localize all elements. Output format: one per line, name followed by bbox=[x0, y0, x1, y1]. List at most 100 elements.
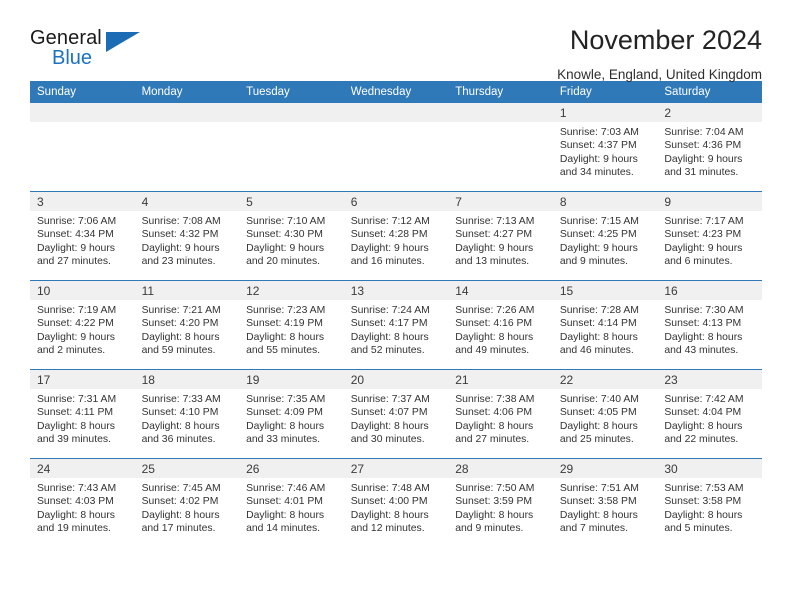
date-band: 15 bbox=[552, 281, 658, 300]
day-cell-content: 20 Sunrise: 7:37 AM Sunset: 4:07 PM Dayli… bbox=[343, 370, 449, 458]
calendar-day-cell[interactable] bbox=[239, 103, 344, 192]
day-cell-content: 19 Sunrise: 7:35 AM Sunset: 4:09 PM Dayli… bbox=[239, 370, 344, 458]
calendar-day-cell[interactable]: 22 Sunrise: 7:40 AM Sunset: 4:05 PM Dayli… bbox=[552, 369, 658, 459]
calendar-day-cell[interactable]: 10 Sunrise: 7:19 AM Sunset: 4:22 PM Dayli… bbox=[30, 280, 135, 370]
sun-times-info: Sunrise: 7:50 AM Sunset: 3:59 PM Dayligh… bbox=[455, 483, 535, 534]
day-number: 15 bbox=[559, 284, 574, 298]
sun-times-info: Sunrise: 7:21 AM Sunset: 4:20 PM Dayligh… bbox=[141, 305, 221, 356]
sun-times-info: Sunrise: 7:46 AM Sunset: 4:01 PM Dayligh… bbox=[246, 483, 326, 534]
date-band: 12 bbox=[239, 281, 344, 300]
calendar-day-cell[interactable]: 5 Sunrise: 7:10 AM Sunset: 4:30 PM Daylig… bbox=[239, 191, 344, 281]
weekday-header-sunday: Sunday bbox=[30, 81, 135, 103]
day-cell-content: 17 Sunrise: 7:31 AM Sunset: 4:11 PM Dayli… bbox=[30, 370, 135, 458]
calendar-day-cell[interactable]: 8 Sunrise: 7:15 AM Sunset: 4:25 PM Daylig… bbox=[552, 191, 658, 281]
date-band: 9 bbox=[657, 192, 762, 211]
day-number: 7 bbox=[455, 195, 462, 209]
day-cell-content: 15 Sunrise: 7:28 AM Sunset: 4:14 PM Dayli… bbox=[552, 281, 658, 369]
weekday-header-tuesday: Tuesday bbox=[239, 81, 344, 103]
calendar-day-cell[interactable]: 13 Sunrise: 7:24 AM Sunset: 4:17 PM Dayli… bbox=[343, 280, 449, 370]
day-cell-content: 21 Sunrise: 7:38 AM Sunset: 4:06 PM Dayli… bbox=[448, 370, 553, 458]
general-blue-logo[interactable]: General Blue bbox=[30, 26, 150, 74]
date-band: 28 bbox=[448, 459, 553, 478]
date-band: 22 bbox=[552, 370, 658, 389]
calendar-day-cell[interactable]: 27 Sunrise: 7:48 AM Sunset: 4:00 PM Dayli… bbox=[343, 458, 449, 547]
sun-times-info: Sunrise: 7:40 AM Sunset: 4:05 PM Dayligh… bbox=[559, 394, 639, 445]
calendar-day-cell[interactable]: 21 Sunrise: 7:38 AM Sunset: 4:06 PM Dayli… bbox=[448, 369, 553, 459]
calendar-day-cell[interactable]: 25 Sunrise: 7:45 AM Sunset: 4:02 PM Dayli… bbox=[134, 458, 240, 547]
sun-times-info: Sunrise: 7:24 AM Sunset: 4:17 PM Dayligh… bbox=[350, 305, 430, 356]
calendar-day-cell[interactable] bbox=[448, 103, 553, 192]
sun-times-info: Sunrise: 7:26 AM Sunset: 4:16 PM Dayligh… bbox=[455, 305, 535, 356]
day-cell-empty bbox=[134, 103, 240, 191]
date-band bbox=[30, 103, 135, 122]
calendar-day-cell[interactable]: 14 Sunrise: 7:26 AM Sunset: 4:16 PM Dayli… bbox=[448, 280, 553, 370]
weekday-header-friday: Friday bbox=[552, 81, 658, 103]
calendar-day-cell[interactable]: 19 Sunrise: 7:35 AM Sunset: 4:09 PM Dayli… bbox=[239, 369, 344, 459]
day-cell-content: 29 Sunrise: 7:51 AM Sunset: 3:58 PM Dayli… bbox=[552, 459, 658, 547]
title-block: November 2024 Knowle, England, United Ki… bbox=[557, 25, 762, 81]
date-band: 29 bbox=[552, 459, 658, 478]
calendar-day-cell[interactable]: 26 Sunrise: 7:46 AM Sunset: 4:01 PM Dayli… bbox=[239, 458, 344, 547]
calendar-page: General Blue November 2024 Knowle, Engla… bbox=[0, 0, 792, 612]
day-cell-empty bbox=[30, 103, 135, 191]
day-number: 3 bbox=[37, 195, 44, 209]
sun-times-info: Sunrise: 7:17 AM Sunset: 4:23 PM Dayligh… bbox=[664, 216, 744, 267]
calendar-week-row: 17 Sunrise: 7:31 AM Sunset: 4:11 PM Dayli… bbox=[30, 369, 762, 459]
calendar-day-cell[interactable]: 23 Sunrise: 7:42 AM Sunset: 4:04 PM Dayli… bbox=[657, 369, 762, 459]
day-number: 30 bbox=[664, 462, 678, 476]
sun-times-info: Sunrise: 7:06 AM Sunset: 4:34 PM Dayligh… bbox=[37, 216, 117, 267]
weekday-header-wednesday: Wednesday bbox=[343, 81, 449, 103]
day-cell-content: 5 Sunrise: 7:10 AM Sunset: 4:30 PM Daylig… bbox=[239, 192, 344, 280]
day-number: 20 bbox=[350, 373, 365, 387]
day-number: 1 bbox=[559, 106, 567, 120]
calendar-week-row: 10 Sunrise: 7:19 AM Sunset: 4:22 PM Dayli… bbox=[30, 280, 762, 370]
sun-times-info: Sunrise: 7:04 AM Sunset: 4:36 PM Dayligh… bbox=[664, 127, 744, 178]
day-cell-content: 23 Sunrise: 7:42 AM Sunset: 4:04 PM Dayli… bbox=[657, 370, 762, 458]
sun-times-info: Sunrise: 7:03 AM Sunset: 4:37 PM Dayligh… bbox=[559, 127, 639, 178]
day-cell-content: 25 Sunrise: 7:45 AM Sunset: 4:02 PM Dayli… bbox=[134, 459, 240, 547]
calendar-day-cell[interactable] bbox=[343, 103, 449, 192]
calendar-day-cell[interactable]: 7 Sunrise: 7:13 AM Sunset: 4:27 PM Daylig… bbox=[448, 191, 553, 281]
date-band: 24 bbox=[30, 459, 135, 478]
calendar-day-cell[interactable]: 17 Sunrise: 7:31 AM Sunset: 4:11 PM Dayli… bbox=[30, 369, 135, 459]
calendar-day-cell[interactable]: 16 Sunrise: 7:30 AM Sunset: 4:13 PM Dayli… bbox=[657, 280, 762, 370]
calendar-header-row: Sunday Monday Tuesday Wednesday Thursday… bbox=[30, 81, 762, 103]
sun-times-info: Sunrise: 7:08 AM Sunset: 4:32 PM Dayligh… bbox=[141, 216, 221, 267]
sun-times-info: Sunrise: 7:42 AM Sunset: 4:04 PM Dayligh… bbox=[664, 394, 744, 445]
day-number: 22 bbox=[559, 373, 574, 387]
day-cell-empty bbox=[343, 103, 449, 191]
calendar-day-cell[interactable]: 11 Sunrise: 7:21 AM Sunset: 4:20 PM Dayli… bbox=[134, 280, 240, 370]
calendar-day-cell[interactable]: 4 Sunrise: 7:08 AM Sunset: 4:32 PM Daylig… bbox=[134, 191, 240, 281]
calendar-day-cell[interactable] bbox=[30, 103, 135, 192]
calendar-day-cell[interactable]: 2 Sunrise: 7:04 AM Sunset: 4:36 PM Daylig… bbox=[657, 103, 762, 192]
day-cell-content: 2 Sunrise: 7:04 AM Sunset: 4:36 PM Daylig… bbox=[657, 103, 762, 191]
calendar-day-cell[interactable]: 9 Sunrise: 7:17 AM Sunset: 4:23 PM Daylig… bbox=[657, 191, 762, 281]
calendar-day-cell[interactable]: 24 Sunrise: 7:43 AM Sunset: 4:03 PM Dayli… bbox=[30, 458, 135, 547]
calendar-day-cell[interactable]: 29 Sunrise: 7:51 AM Sunset: 3:58 PM Dayli… bbox=[552, 458, 658, 547]
calendar-day-cell[interactable]: 15 Sunrise: 7:28 AM Sunset: 4:14 PM Dayli… bbox=[552, 280, 658, 370]
day-cell-content: 10 Sunrise: 7:19 AM Sunset: 4:22 PM Dayli… bbox=[30, 281, 135, 369]
date-band: 7 bbox=[448, 192, 553, 211]
calendar-day-cell[interactable]: 12 Sunrise: 7:23 AM Sunset: 4:19 PM Dayli… bbox=[239, 280, 344, 370]
date-band bbox=[134, 103, 240, 122]
calendar-day-cell[interactable]: 3 Sunrise: 7:06 AM Sunset: 4:34 PM Daylig… bbox=[30, 191, 135, 281]
day-cell-content: 1 Sunrise: 7:03 AM Sunset: 4:37 PM Daylig… bbox=[552, 103, 658, 191]
day-number: 21 bbox=[455, 373, 469, 387]
day-cell-content: 16 Sunrise: 7:30 AM Sunset: 4:13 PM Dayli… bbox=[657, 281, 762, 369]
calendar-day-cell[interactable] bbox=[134, 103, 240, 192]
calendar-day-cell[interactable]: 20 Sunrise: 7:37 AM Sunset: 4:07 PM Dayli… bbox=[343, 369, 449, 459]
calendar-week-row: 1 Sunrise: 7:03 AM Sunset: 4:37 PM Daylig… bbox=[30, 103, 762, 192]
day-cell-content: 14 Sunrise: 7:26 AM Sunset: 4:16 PM Dayli… bbox=[448, 281, 553, 369]
weekday-header-thursday: Thursday bbox=[448, 81, 553, 103]
day-number: 10 bbox=[37, 284, 51, 298]
day-cell-content: 11 Sunrise: 7:21 AM Sunset: 4:20 PM Dayli… bbox=[134, 281, 240, 369]
date-band: 8 bbox=[552, 192, 658, 211]
day-number: 13 bbox=[350, 284, 365, 298]
day-cell-content: 28 Sunrise: 7:50 AM Sunset: 3:59 PM Dayli… bbox=[448, 459, 553, 547]
calendar-day-cell[interactable]: 30 Sunrise: 7:53 AM Sunset: 3:58 PM Dayli… bbox=[657, 458, 762, 547]
calendar-day-cell[interactable]: 6 Sunrise: 7:12 AM Sunset: 4:28 PM Daylig… bbox=[343, 191, 449, 281]
calendar-day-cell[interactable]: 18 Sunrise: 7:33 AM Sunset: 4:10 PM Dayli… bbox=[134, 369, 240, 459]
calendar-day-cell[interactable]: 1 Sunrise: 7:03 AM Sunset: 4:37 PM Daylig… bbox=[552, 103, 658, 192]
date-band: 6 bbox=[343, 192, 449, 211]
calendar-day-cell[interactable]: 28 Sunrise: 7:50 AM Sunset: 3:59 PM Dayli… bbox=[448, 458, 553, 547]
